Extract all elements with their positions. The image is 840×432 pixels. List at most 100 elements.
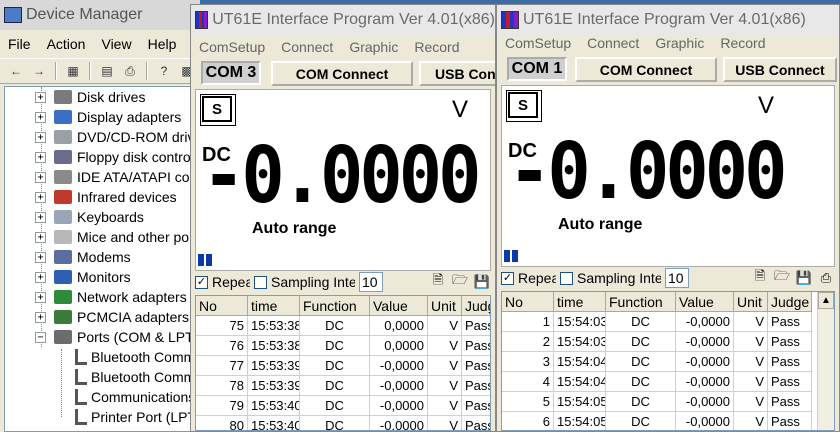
data-grid[interactable]: No time Function Value Unit Judge ▲ 1 15:54:03…: [501, 291, 835, 431]
sampling-checkbox[interactable]: [560, 271, 573, 285]
table-row[interactable]: 7915:53:40DC-0,0000VPass: [196, 396, 490, 416]
cell-value: -0,0000: [676, 412, 734, 430]
column-header-value[interactable]: Value: [676, 292, 734, 312]
menu-file[interactable]: File: [0, 36, 39, 52]
tree-expander-icon[interactable]: +: [35, 271, 46, 283]
table-row[interactable]: 7515:53:38DC0,0000VPass: [196, 316, 490, 336]
new-file-icon[interactable]: 🗎: [751, 268, 769, 287]
tree-item-device-category[interactable]: + Network adapters: [35, 287, 187, 307]
menu-record[interactable]: Record: [406, 39, 467, 55]
column-header-unit[interactable]: Unit: [428, 296, 462, 316]
tree-item-device-category[interactable]: + Display adapters: [35, 107, 181, 127]
tree-item-device-category[interactable]: + PCMCIA adapters: [35, 307, 189, 327]
sampling-checkbox[interactable]: [254, 275, 267, 289]
menu-connect[interactable]: Connect: [579, 35, 647, 51]
tree-expander-icon[interactable]: +: [35, 211, 46, 223]
table-row[interactable]: 3 15:54:04 DC -0,0000 V Pass: [502, 352, 812, 372]
tree-expander-icon[interactable]: −: [35, 331, 46, 343]
menu-help[interactable]: Help: [140, 36, 185, 52]
menu-record[interactable]: Record: [712, 35, 773, 51]
tree-expander-icon[interactable]: +: [35, 231, 46, 243]
com-connect-button[interactable]: COM Connect: [575, 57, 717, 82]
scroll-up-arrow-icon[interactable]: ▲: [818, 292, 834, 309]
tree-item-device-category[interactable]: + Modems: [35, 247, 131, 267]
device-category-icon: [54, 150, 72, 164]
print-icon[interactable]: ⎙: [817, 269, 835, 287]
table-row[interactable]: 8015:53:40DC-0,0000VPass: [196, 416, 490, 430]
ut61e-titlebar[interactable]: UT61E Interface Program Ver 4.01(x86): [191, 5, 495, 35]
column-header-judge[interactable]: Judge: [768, 292, 812, 312]
column-header-function[interactable]: Function: [300, 296, 370, 316]
table-row[interactable]: 6 15:54:05 DC -0,0000 V Pass: [502, 412, 812, 430]
repeat-checkbox[interactable]: ✓: [195, 275, 208, 289]
column-header-value[interactable]: Value: [370, 296, 428, 316]
column-header-time[interactable]: time: [248, 296, 300, 316]
menu-view[interactable]: View: [93, 36, 139, 52]
menu-comsetup[interactable]: ComSetup: [191, 39, 273, 55]
tree-item-label: Bluetooth Communications Port: [91, 349, 199, 365]
usb-connect-button[interactable]: USB Connect: [419, 61, 495, 86]
device-manager-titlebar[interactable]: Device Manager: [0, 0, 200, 30]
tree-expander-icon[interactable]: +: [35, 111, 46, 123]
column-header-judge[interactable]: Judge: [462, 296, 490, 316]
menu-graphic[interactable]: Graphic: [647, 35, 712, 51]
menu-graphic[interactable]: Graphic: [341, 39, 406, 55]
tree-expander-icon[interactable]: +: [35, 251, 46, 263]
table-row[interactable]: 5 15:54:05 DC -0,0000 V Pass: [502, 392, 812, 412]
tree-item-port[interactable]: Communications Port: [75, 387, 199, 407]
table-row[interactable]: 7615:53:38DC0,0000VPass: [196, 336, 490, 356]
tree-item-port[interactable]: Printer Port (LPT1): [75, 407, 199, 427]
tree-expander-icon[interactable]: +: [35, 291, 46, 303]
back-arrow-icon[interactable]: ←: [6, 61, 26, 81]
grid-scrollbar[interactable]: ▲: [817, 292, 834, 430]
tree-expander-icon[interactable]: +: [35, 151, 46, 163]
tree-item-port[interactable]: Bluetooth Communications Port: [75, 367, 199, 387]
table-row[interactable]: 2 15:54:03 DC -0,0000 V Pass: [502, 332, 812, 352]
tree-expander-icon[interactable]: +: [35, 131, 46, 143]
column-header-time[interactable]: time: [554, 292, 606, 312]
sampling-interval-input[interactable]: 10: [665, 268, 689, 288]
tree-expander-icon[interactable]: +: [35, 171, 46, 183]
open-folder-icon[interactable]: 🗁: [451, 272, 469, 291]
new-file-icon[interactable]: 🗎: [429, 272, 447, 291]
tree-item-device-category[interactable]: + Floppy disk controllers: [35, 147, 199, 167]
tree-item-device-category[interactable]: − Ports (COM & LPT): [35, 327, 198, 347]
column-header-function[interactable]: Function: [606, 292, 676, 312]
tree-item-device-category[interactable]: + Keyboards: [35, 207, 144, 227]
open-folder-icon[interactable]: 🗁: [773, 268, 791, 287]
column-header-no[interactable]: No: [502, 292, 554, 312]
forward-arrow-icon[interactable]: →: [29, 61, 49, 81]
data-grid[interactable]: NotimeFunctionValueUnitJudge7515:53:38DC…: [195, 295, 491, 431]
properties-icon[interactable]: ▤: [97, 61, 117, 81]
repeat-checkbox[interactable]: ✓: [501, 271, 514, 285]
usb-connect-button[interactable]: USB Connect: [723, 57, 837, 82]
tree-item-device-category[interactable]: + Monitors: [35, 267, 131, 287]
tree-item-device-category[interactable]: + Disk drives: [35, 87, 145, 107]
table-row[interactable]: 7815:53:39DC-0,0000VPass: [196, 376, 490, 396]
tree-item-port[interactable]: Bluetooth Communications Port: [75, 347, 199, 367]
tree-item-device-category[interactable]: + Infrared devices: [35, 187, 177, 207]
save-icon[interactable]: 💾: [473, 273, 491, 291]
tree-expander-icon[interactable]: +: [35, 311, 46, 323]
com-connect-button[interactable]: COM Connect: [271, 61, 413, 86]
device-tree[interactable]: + Disk drives + Display adapters + DVD/CD-ROM…: [4, 86, 200, 432]
menu-action[interactable]: Action: [39, 36, 94, 52]
tree-item-device-category[interactable]: + Mice and other pointing devices: [35, 227, 199, 247]
column-header-no[interactable]: No: [196, 296, 248, 316]
tree-expander-icon[interactable]: +: [35, 91, 46, 103]
show-hide-tree-icon[interactable]: ▦: [63, 61, 83, 81]
print-icon[interactable]: ⎙: [120, 61, 140, 81]
tree-expander-icon[interactable]: +: [35, 191, 46, 203]
sampling-interval-input[interactable]: 10: [359, 272, 383, 292]
menu-comsetup[interactable]: ComSetup: [497, 35, 579, 51]
cell-function: DC: [300, 396, 370, 416]
save-icon[interactable]: 💾: [795, 269, 813, 287]
table-row[interactable]: 4 15:54:04 DC -0,0000 V Pass: [502, 372, 812, 392]
tree-item-device-category[interactable]: + DVD/CD-ROM drives: [35, 127, 199, 147]
column-header-unit[interactable]: Unit: [734, 292, 768, 312]
table-row[interactable]: 1 15:54:03 DC -0,0000 V Pass: [502, 312, 812, 332]
table-row[interactable]: 7715:53:39DC-0,0000VPass: [196, 356, 490, 376]
help-icon[interactable]: ?: [154, 61, 174, 81]
menu-connect[interactable]: Connect: [273, 39, 341, 55]
tree-item-device-category[interactable]: + IDE ATA/ATAPI controllers: [35, 167, 199, 187]
